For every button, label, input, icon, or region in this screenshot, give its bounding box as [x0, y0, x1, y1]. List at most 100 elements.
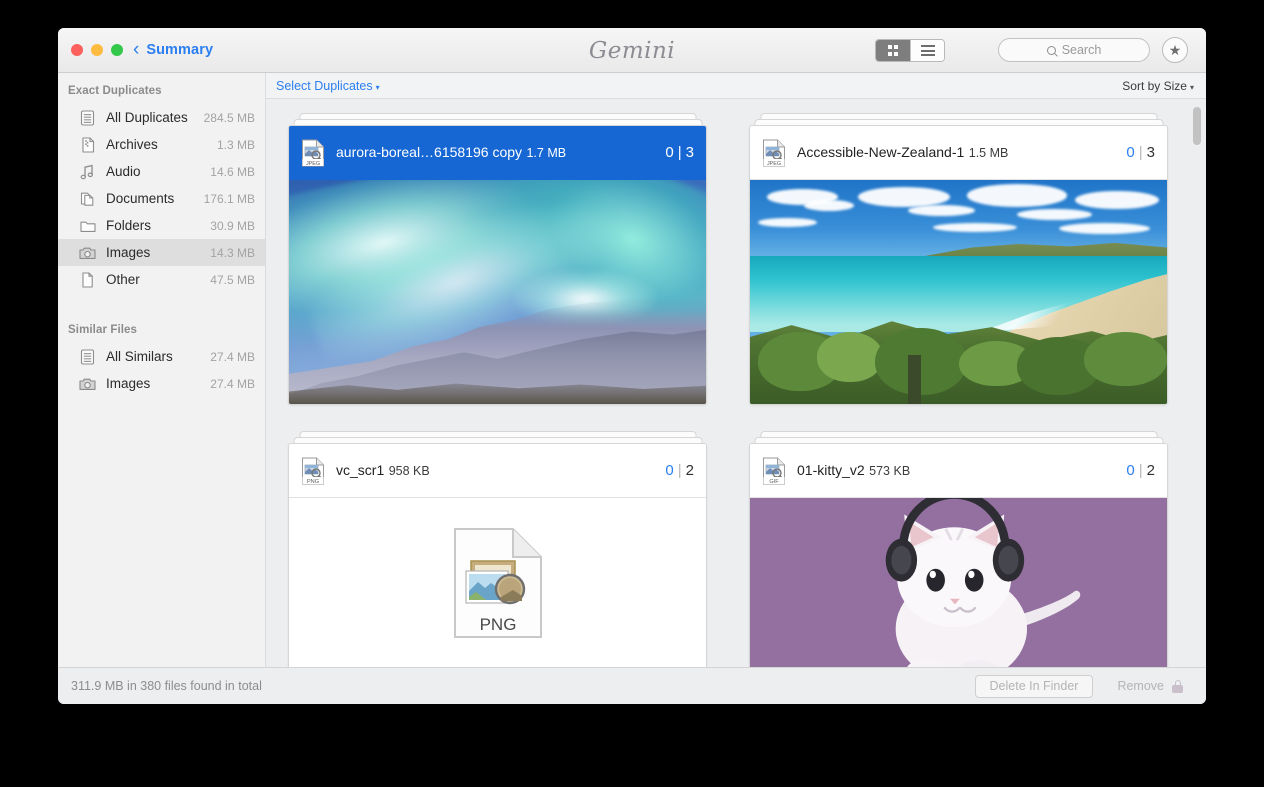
- card-file-size: 958 KB: [388, 463, 430, 478]
- star-icon[interactable]: ★: [1162, 37, 1188, 63]
- card-header[interactable]: JPEG aurora-boreal…6158196 copy 1.7 MB 0…: [289, 126, 706, 180]
- card-selection-count: 0 | 3: [1116, 144, 1155, 161]
- card-selected-count: 0: [1126, 144, 1135, 161]
- duplicate-card-kitty[interactable]: GIF 01-kitty_v2 573 KB 0 | 2: [749, 443, 1168, 667]
- sidebar-item-size: 27.4 MB: [210, 376, 255, 391]
- sidebar-item-folders[interactable]: Folders 30.9 MB: [58, 212, 265, 239]
- gif-file-icon: GIF: [762, 457, 786, 485]
- chevron-down-icon: ▾: [375, 82, 380, 92]
- sidebar-item-size: 176.1 MB: [203, 191, 255, 206]
- sidebar-section-title-exact: Exact Duplicates: [68, 85, 162, 97]
- card-file-name: aurora-boreal…6158196 copy: [336, 143, 523, 160]
- aurora-borealis-photo: [289, 180, 706, 404]
- duplicate-card-new-zealand[interactable]: JPEG Accessible-New-Zealand-1 1.5 MB 0 | 3: [749, 125, 1168, 405]
- card-selection-count: 0 | 2: [655, 462, 694, 479]
- card-count-separator: |: [1138, 144, 1143, 161]
- sidebar-item-label: Images: [106, 376, 151, 391]
- sidebar-item-size: 1.3 MB: [216, 137, 255, 152]
- card-thumbnail-png-document[interactable]: PNG: [289, 498, 706, 667]
- card-total-count: 3: [685, 144, 694, 161]
- duplicate-group-card: JPEG aurora-boreal…6158196 copy 1.7 MB 0…: [288, 113, 707, 405]
- sidebar-item-all-similars[interactable]: All Similars 27.4 MB: [58, 343, 265, 370]
- card-header[interactable]: PNG vc_scr1 958 KB 0 | 2: [289, 444, 706, 498]
- camera-icon: [78, 246, 97, 260]
- chevron-down-icon: ▾: [1189, 82, 1194, 92]
- status-bar: 311.9 MB in 380 files found in total Del…: [58, 667, 1206, 704]
- stack-icon: [78, 348, 97, 365]
- card-count-separator: |: [1138, 462, 1143, 479]
- card-total-count: 3: [1146, 144, 1155, 161]
- star-glyph: ★: [1168, 42, 1182, 58]
- card-selection-count: 0 | 3: [655, 144, 694, 161]
- delete-in-finder-button[interactable]: Delete In Finder: [974, 674, 1094, 698]
- card-header[interactable]: GIF 01-kitty_v2 573 KB 0 | 2: [750, 444, 1167, 498]
- main-panel: Select Duplicates ▾ Sort by Size ▾ JPEG …: [266, 73, 1206, 667]
- stack-icon: [78, 109, 97, 126]
- card-file-name: vc_scr1: [336, 461, 385, 478]
- back-to-summary-button[interactable]: ‹ Summary: [133, 40, 213, 59]
- sidebar-item-size: 14.3 MB: [210, 245, 255, 260]
- minimize-window-button[interactable]: [91, 44, 103, 56]
- sidebar-item-label: Images: [106, 245, 151, 260]
- sidebar-item-label: Documents: [106, 191, 175, 206]
- sidebar-item-similar-images[interactable]: Images 27.4 MB: [58, 370, 265, 397]
- search-placeholder: Search: [1061, 43, 1102, 57]
- card-header[interactable]: JPEG Accessible-New-Zealand-1 1.5 MB 0 | 3: [750, 126, 1167, 180]
- sidebar-item-size: 47.5 MB: [210, 272, 255, 287]
- card-thumbnail-kitty[interactable]: [750, 498, 1167, 667]
- vertical-scrollbar[interactable]: [1193, 104, 1201, 662]
- zoom-window-button[interactable]: [111, 44, 123, 56]
- card-file-size: 1.7 MB: [526, 145, 567, 160]
- card-selection-count: 0 | 2: [1116, 462, 1155, 479]
- sidebar-item-other[interactable]: Other 47.5 MB: [58, 266, 265, 293]
- camera-icon: [78, 377, 97, 391]
- sidebar-item-label: Archives: [106, 137, 158, 152]
- search-icon: [1046, 45, 1056, 55]
- sort-by-label: Sort by Size: [1122, 78, 1187, 93]
- duplicate-group-card: JPEG Accessible-New-Zealand-1 1.5 MB 0 | 3: [749, 113, 1168, 405]
- file-icon: [78, 271, 97, 288]
- sidebar-item-size: 30.9 MB: [210, 218, 255, 233]
- documents-icon: [78, 191, 97, 207]
- kitten-with-headphones-image: [750, 498, 1167, 667]
- sidebar-item-archives[interactable]: Archives 1.3 MB: [58, 131, 265, 158]
- card-meta: aurora-boreal…6158196 copy 1.7 MB: [336, 144, 655, 162]
- close-window-button[interactable]: [71, 44, 83, 56]
- new-zealand-beach-photo: [750, 180, 1167, 404]
- sort-by-dropdown[interactable]: Sort by Size ▾: [1122, 79, 1194, 93]
- png-document-preview: PNG: [289, 498, 706, 667]
- card-file-name: 01-kitty_v2: [797, 461, 865, 478]
- jpeg-file-icon: JPEG: [301, 139, 325, 167]
- sidebar-item-all-duplicates[interactable]: All Duplicates 284.5 MB: [58, 104, 265, 131]
- lock-icon: [1172, 679, 1183, 693]
- window-body: Exact Duplicates All Duplicates 284.5 MB…: [58, 73, 1206, 667]
- duplicate-cards-grid: JPEG aurora-boreal…6158196 copy 1.7 MB 0…: [266, 99, 1206, 667]
- footer-actions: Delete In Finder Remove: [974, 674, 1192, 698]
- view-mode-toggle[interactable]: [875, 39, 945, 62]
- card-thumbnail-aurora[interactable]: [289, 180, 706, 404]
- sidebar-item-size: 14.6 MB: [210, 164, 255, 179]
- sidebar-item-images[interactable]: Images 14.3 MB: [58, 239, 265, 266]
- svg-text:PNG: PNG: [307, 479, 319, 485]
- card-thumbnail-new-zealand[interactable]: [750, 180, 1167, 404]
- select-duplicates-dropdown[interactable]: Select Duplicates ▾: [276, 79, 380, 93]
- scrollbar-thumb[interactable]: [1193, 107, 1201, 145]
- chevron-left-icon: ‹: [133, 39, 140, 60]
- duplicate-card-vc-scr1[interactable]: PNG vc_scr1 958 KB 0 | 2 PNG: [288, 443, 707, 667]
- card-file-name: Accessible-New-Zealand-1: [797, 143, 965, 160]
- remove-label: Remove: [1117, 679, 1164, 693]
- card-meta: vc_scr1 958 KB: [336, 462, 655, 480]
- archive-icon: [78, 136, 97, 153]
- card-selected-count: 0: [665, 462, 674, 479]
- duplicate-group-card: PNG vc_scr1 958 KB 0 | 2 PNG: [288, 431, 707, 667]
- card-total-count: 2: [1146, 462, 1155, 479]
- sidebar-item-documents[interactable]: Documents 176.1 MB: [58, 185, 265, 212]
- grid-view-icon[interactable]: [876, 40, 910, 61]
- list-view-icon[interactable]: [910, 40, 944, 61]
- sidebar-item-size: 284.5 MB: [203, 110, 255, 125]
- search-input[interactable]: Search: [998, 38, 1150, 62]
- remove-button[interactable]: Remove: [1102, 675, 1192, 698]
- card-selected-count: 0: [665, 144, 674, 161]
- duplicate-card-aurora[interactable]: JPEG aurora-boreal…6158196 copy 1.7 MB 0…: [288, 125, 707, 405]
- sidebar-item-audio[interactable]: Audio 14.6 MB: [58, 158, 265, 185]
